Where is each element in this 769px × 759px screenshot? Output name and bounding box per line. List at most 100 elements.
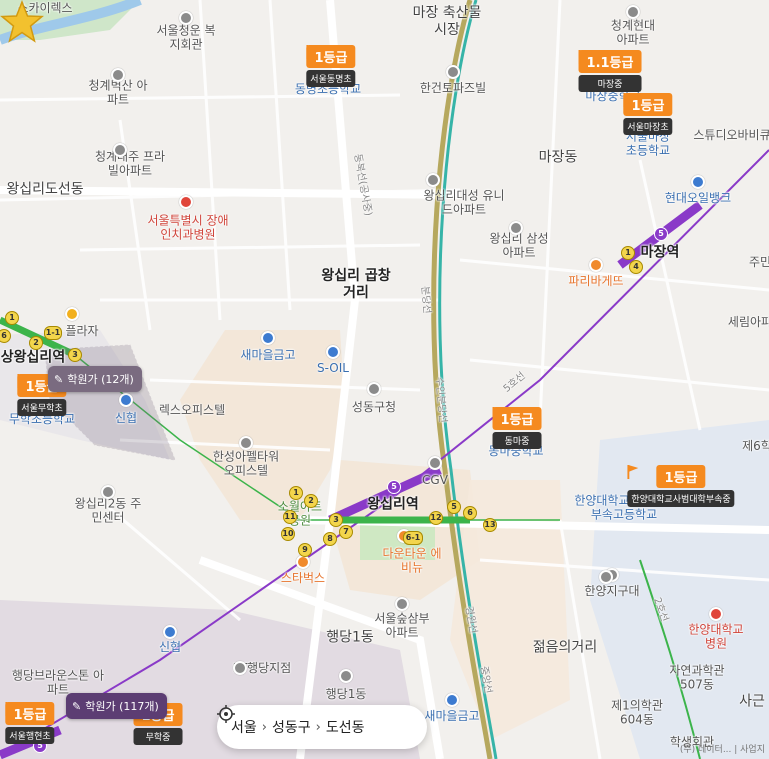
cafe-icon[interactable] [296,555,310,569]
selected-location-star-icon[interactable] [0,0,44,44]
place-label: 렉스오피스텔 [158,402,226,417]
hospital-icon[interactable] [709,607,723,621]
place-label: 제6학 [742,438,769,453]
cinema-icon[interactable] [428,456,442,470]
area-label-majang-market: 마장 축산물시장 [412,5,482,38]
building-icon[interactable] [395,597,409,611]
pencil-icon: ✎ [72,700,82,713]
building-icon[interactable] [113,143,127,157]
subway-exit-badge[interactable]: 3 [68,348,82,362]
building-icon[interactable] [111,68,125,82]
flag-icon [306,45,318,59]
area-label-gopchang-street: 왕십리 곱창거리 [321,268,391,301]
flag-icon [492,407,504,421]
place-label: 왕십리 삼성아파트 [489,231,549,260]
academy-count-label: 학원가 (12개) [67,373,134,386]
subway-exit-badge[interactable]: 2 [29,336,43,350]
place-label: 세림아파 [727,314,769,329]
subway-exit-badge[interactable]: 3 [329,513,343,527]
place-label: 스타벅스 [280,570,326,585]
building-icon[interactable] [101,485,115,499]
government-icon[interactable] [339,669,353,683]
school-name: 마장중 [578,75,642,92]
map-canvas[interactable]: 마장 축산물시장 마장동 왕십리도선동 왕십리 곱창거리 행당1동 젊음의거리 … [0,0,769,759]
school-grade-badge[interactable]: 1등급 서울행현초 [5,702,55,744]
subway-exit-badge[interactable]: 4 [629,260,643,274]
building-icon[interactable] [446,65,460,79]
subway-exit-badge[interactable]: 1 [5,311,19,325]
subway-exit-badge[interactable]: 8 [323,532,337,546]
subway-exit-badge[interactable]: 6-1 [403,531,423,545]
subway-exit-badge[interactable]: 13 [483,518,497,532]
school-grade-badge[interactable]: 1등급 한양대학교사범대학부속중 [627,465,735,507]
bakery-icon[interactable] [589,258,603,272]
place-label: 주민 [748,254,769,269]
place-label: 마장역 [640,244,680,261]
area-label-youth-street: 젊음의거리 [532,639,598,656]
building-icon[interactable] [179,11,193,25]
place-label: 서울특별시 장애인치과병원 [147,213,229,242]
location-breadcrumb[interactable]: 서울 › 성동구 › 도선동 [217,705,427,749]
subway-exit-badge[interactable]: 1 [289,486,303,500]
academy-count-label: 학원가 (117개) [85,700,159,713]
bank-icon[interactable] [445,693,459,707]
road-label: 분당선 [418,285,433,315]
grade-label: 1등급 [656,465,706,488]
place-label: 청계대주 프라빌아파트 [94,149,166,178]
academy-cluster-tag[interactable]: ✎ 학원가 (117개) [66,693,167,719]
subway-exit-badge[interactable]: 5 [387,480,401,494]
bank-icon[interactable] [261,331,275,345]
shopping-icon[interactable] [65,307,79,321]
area-label-wangsimni-doseon: 왕십리도선동 [6,181,84,198]
place-label: 한성아펠타워 오피스텔 [212,449,280,478]
building-icon[interactable] [626,5,640,19]
subway-exit-badge[interactable]: 6 [463,506,477,520]
subway-exit-badge[interactable]: 5 [447,500,461,514]
bank-icon[interactable] [119,393,133,407]
subway-exit-badge[interactable]: 9 [298,543,312,557]
school-name: 서울무학초 [17,399,67,416]
current-location-icon[interactable] [217,705,235,723]
subway-exit-badge[interactable]: 2 [304,494,318,508]
place-label: 현대오일뱅크 [664,190,732,205]
subway-exit-badge[interactable]: 7 [339,525,353,539]
subway-exit-badge[interactable]: 5 [654,227,668,241]
subway-exit-badge[interactable]: 1-1 [44,326,62,340]
subway-exit-badge[interactable]: 12 [429,511,443,525]
flag-icon [623,93,635,107]
building-icon[interactable] [509,221,523,235]
school-name: 한양대학교사범대학부속중 [627,490,735,507]
building-icon[interactable] [599,570,613,584]
flag-icon [627,465,639,479]
school-name: 동마중 [492,432,542,449]
building-icon[interactable] [426,173,440,187]
gas-station-icon[interactable] [326,345,340,359]
place-label: 성동구청 [351,399,397,414]
place-label: 왕십리대성 유니드아파트 [423,188,505,217]
school-name: 무학중 [133,728,183,745]
government-icon[interactable] [367,382,381,396]
bank-icon[interactable] [163,625,177,639]
area-label-majang-dong: 마장동 [538,149,578,166]
subway-exit-badge[interactable]: 10 [281,527,295,541]
telecom-icon[interactable] [233,661,247,675]
breadcrumb-neighborhood[interactable]: 도선동 [326,717,365,737]
school-grade-badge[interactable]: 1등급 동마중 [492,407,542,449]
pencil-icon: ✎ [54,373,64,386]
school-grade-badge[interactable]: 1등급 서울동명초 [306,45,356,87]
chevron-right-icon: › [261,719,267,735]
building-icon[interactable] [239,436,253,450]
area-label-sageun: 사근 [739,693,765,710]
chevron-right-icon: › [315,719,321,735]
subway-exit-badge[interactable]: 11 [283,510,297,524]
hospital-icon[interactable] [179,195,193,209]
place-label: 파리바게뜨 [568,273,624,288]
academy-cluster-tag[interactable]: ✎ 학원가 (12개) [48,366,142,392]
place-label: 신협 [158,639,182,654]
gas-station-icon[interactable] [691,175,705,189]
breadcrumb-district[interactable]: 성동구 [272,717,311,737]
subway-exit-badge[interactable]: 1 [621,246,635,260]
school-grade-badge[interactable]: 1등급 서울마장초 [623,93,673,135]
place-label: 왕십리역 [367,496,419,513]
school-grade-badge[interactable]: 1.1등급 마장중 [578,50,642,92]
